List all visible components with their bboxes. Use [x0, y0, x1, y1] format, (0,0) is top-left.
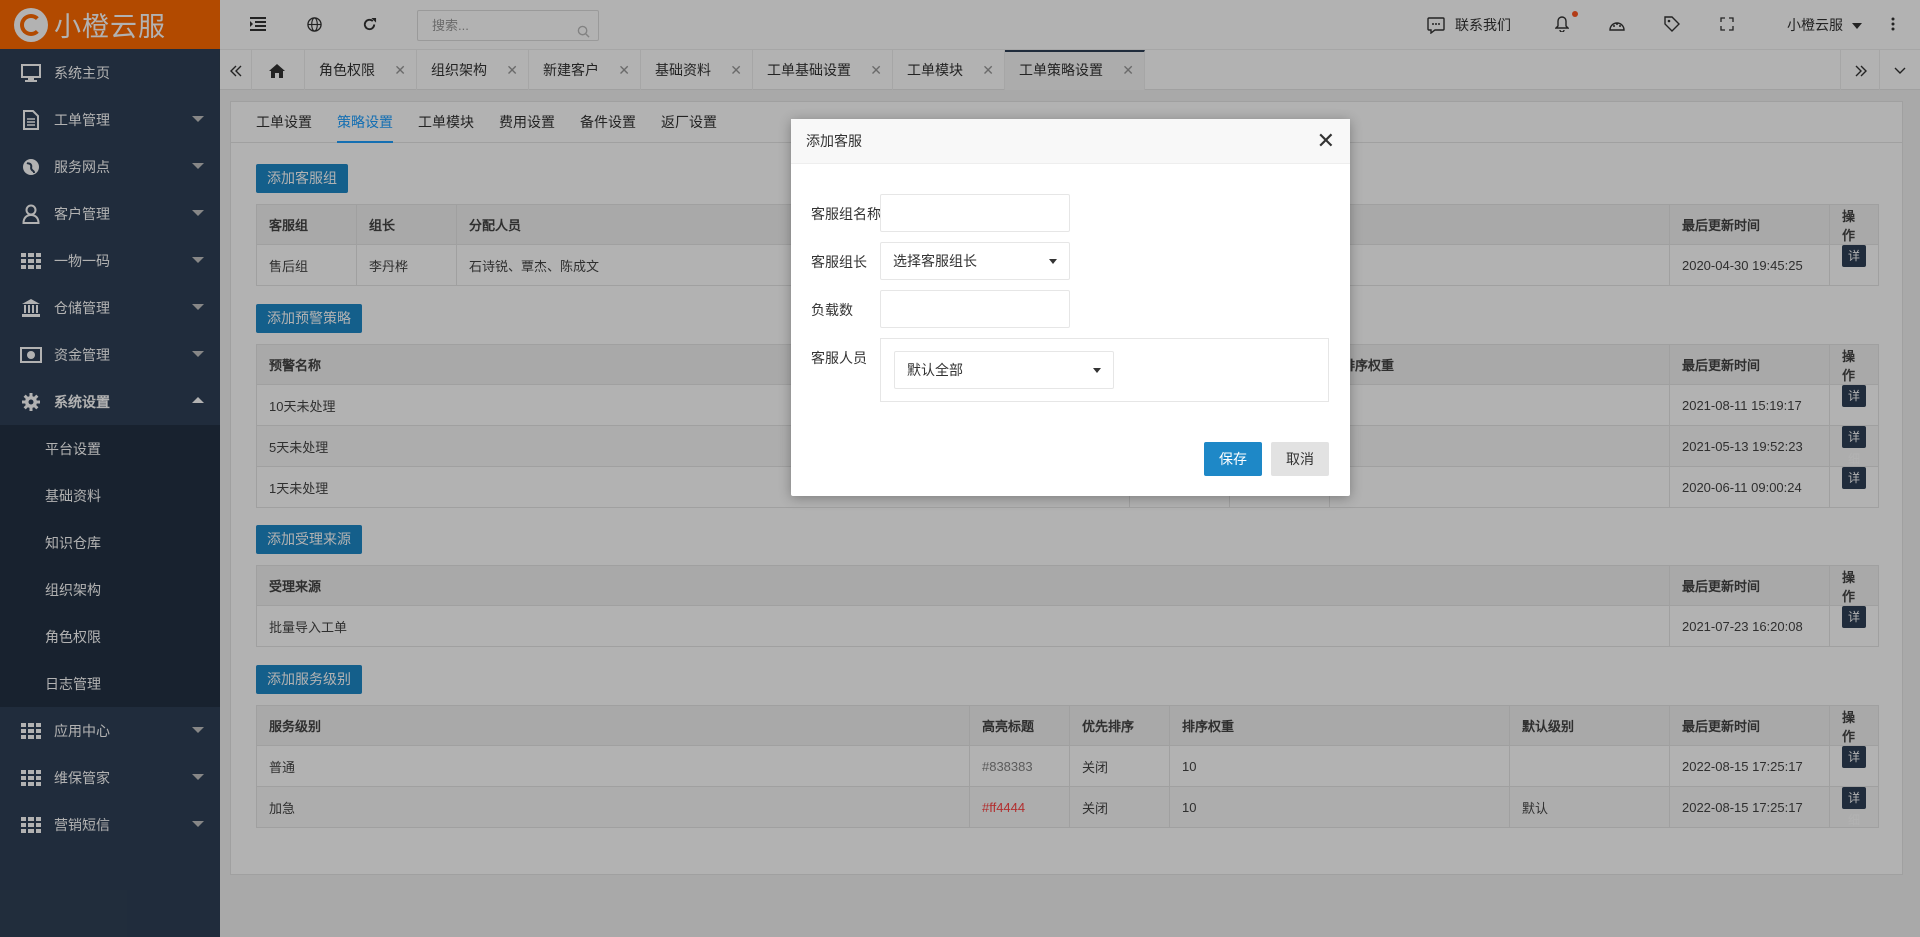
caret-down-icon — [1093, 368, 1101, 373]
service-people-value: 默认全部 — [907, 362, 963, 378]
save-button[interactable]: 保存 — [1204, 442, 1262, 476]
group-name-field[interactable] — [880, 194, 1070, 232]
caret-down-icon — [1049, 259, 1057, 264]
add-service-modal: 添加客服 ✕ 客服组名称 客服组长 选择客服组长 负载数 客服人员 默认全部 保… — [791, 119, 1350, 496]
close-icon[interactable]: ✕ — [1317, 130, 1335, 152]
load-count-field[interactable] — [880, 290, 1070, 328]
group-leader-value: 选择客服组长 — [893, 253, 977, 269]
group-leader-select[interactable]: 选择客服组长 — [880, 242, 1070, 280]
group-leader-label: 客服组长 — [811, 254, 867, 270]
service-people-select[interactable]: 默认全部 — [894, 351, 1114, 389]
service-people-container: 默认全部 — [880, 338, 1329, 402]
service-people-label: 客服人员 — [811, 350, 867, 366]
load-count-label: 负载数 — [811, 302, 853, 318]
modal-title: 添加客服 — [791, 119, 1350, 164]
group-name-label: 客服组名称 — [811, 206, 881, 222]
cancel-button[interactable]: 取消 — [1271, 442, 1329, 476]
